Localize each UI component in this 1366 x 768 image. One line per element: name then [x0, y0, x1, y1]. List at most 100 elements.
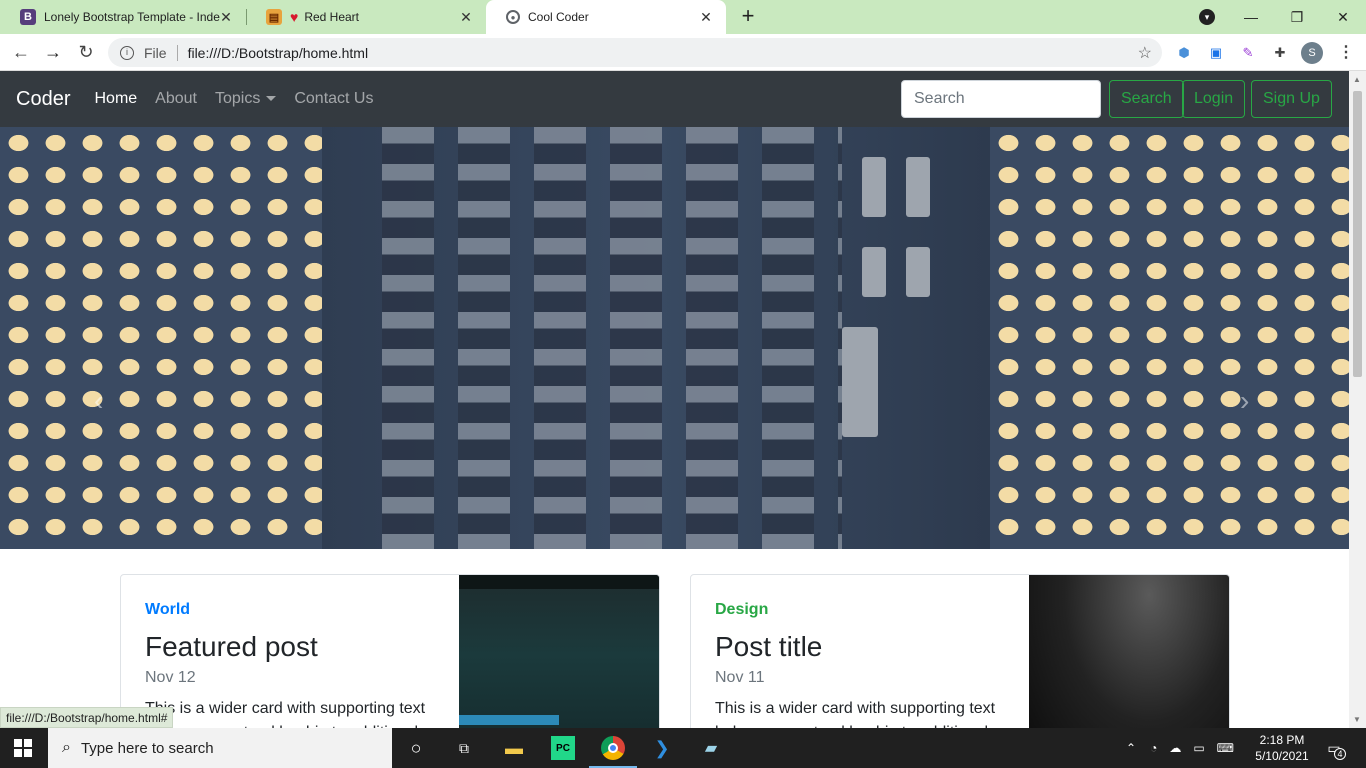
tab-title: Red Heart	[304, 10, 360, 24]
cpu-pins-right	[990, 127, 1349, 549]
extension-icon[interactable]: ⬢	[1174, 43, 1194, 63]
thumbnail-screen	[459, 715, 559, 725]
search-icon: ⌕	[62, 739, 71, 756]
card-featured: World Featured post Nov 12 This is a wid…	[120, 574, 660, 728]
address-scheme: File	[144, 44, 167, 61]
back-arrow-icon[interactable]: ←	[9, 40, 33, 64]
restore-button[interactable]: ❐	[1274, 0, 1320, 34]
forward-arrow-icon[interactable]: →	[41, 40, 65, 64]
search-button[interactable]: Search	[1109, 80, 1184, 118]
address-divider	[176, 44, 178, 61]
screen-capture-icon[interactable]: ▣	[1206, 43, 1226, 63]
chevron-up-icon[interactable]: ⌃	[1126, 741, 1136, 755]
carousel-next-icon[interactable]: ›	[1240, 385, 1249, 417]
address-bar[interactable]: i File file:///D:/Bootstrap/home.html ☆	[108, 38, 1162, 67]
profile-avatar[interactable]: S	[1301, 42, 1323, 64]
status-bubble: file:///D:/Bootstrap/home.html#	[0, 707, 174, 728]
pen-extension-icon[interactable]: ✎	[1238, 43, 1258, 63]
scroll-up-icon[interactable]: ▲	[1353, 75, 1361, 84]
notification-icon[interactable]: 4 ▭	[1322, 736, 1346, 760]
cpu-pins-left	[0, 127, 322, 549]
close-tab-icon[interactable]: ✕	[218, 9, 234, 25]
tab-title: Lonely Bootstrap Template - Inde	[44, 10, 220, 24]
puzzle-icon[interactable]: ✚	[1270, 43, 1290, 63]
login-button[interactable]: Login	[1182, 80, 1246, 118]
chrome-icon[interactable]	[601, 736, 625, 760]
minimize-button[interactable]: —	[1228, 0, 1274, 34]
search-input[interactable]	[901, 80, 1101, 118]
component	[842, 327, 878, 437]
scroll-down-icon[interactable]: ▼	[1353, 715, 1361, 724]
tray-icons: ⌃ ◔ ☁ ▭ ⌨	[1126, 728, 1234, 768]
nav-link-home[interactable]: Home	[94, 90, 137, 108]
nav-link-contact[interactable]: Contact Us	[294, 90, 373, 108]
carousel-prev-icon[interactable]: ‹	[94, 385, 103, 417]
carousel-image: ‹ ›	[0, 127, 1349, 549]
pycharm-icon[interactable]: PC	[551, 736, 575, 760]
task-view-icon[interactable]: ⧉	[452, 736, 476, 760]
card-title: Featured post	[145, 631, 318, 662]
windows-start-icon[interactable]	[14, 739, 32, 757]
close-tab-icon[interactable]: ✕	[698, 9, 714, 25]
site-navbar: Coder Home About Topics Contact Us Searc…	[0, 71, 1349, 127]
signup-button[interactable]: Sign Up	[1251, 80, 1332, 118]
windows-taskbar: ⌕ Type here to search ○ ⧉ ▬ PC ❯ ▰ ⌃ ◔ ☁…	[0, 728, 1366, 768]
card-post: Design Post title Nov 11 This is a wider…	[690, 574, 1230, 728]
nav-link-about[interactable]: About	[155, 90, 197, 108]
card-date: Nov 11	[715, 669, 765, 686]
taskbar-search[interactable]: ⌕ Type here to search	[48, 728, 392, 768]
cortana-icon[interactable]: ○	[404, 736, 428, 760]
card-thumbnail	[1029, 575, 1229, 728]
reload-icon[interactable]: ↻	[74, 40, 98, 64]
card-date: Nov 12	[145, 669, 196, 686]
card-thumbnail	[459, 575, 659, 728]
caret-down-icon	[266, 96, 277, 102]
scrollbar-thumb[interactable]	[1353, 91, 1362, 377]
menu-icon[interactable]: ⋮	[1338, 42, 1354, 62]
tab-lonely-bootstrap[interactable]: B Lonely Bootstrap Template - Inde ✕	[0, 0, 246, 34]
component	[906, 247, 930, 297]
battery-icon[interactable]: ▭	[1193, 741, 1204, 755]
page-scrollbar[interactable]: ▲ ▼	[1349, 71, 1366, 728]
component	[862, 157, 886, 217]
card-text: This is a wider card with supporting tex…	[145, 700, 426, 728]
thumbnail-band	[459, 575, 659, 589]
bookmark-star-icon[interactable]: ☆	[1138, 43, 1152, 63]
close-window-button[interactable]: ✕	[1320, 0, 1366, 34]
heart-icon: ♥	[290, 9, 299, 25]
component	[906, 157, 930, 217]
cpu-substrate	[322, 127, 990, 549]
wifi-icon[interactable]: ◔	[1150, 741, 1157, 755]
info-icon[interactable]: i	[120, 45, 134, 60]
new-tab-button[interactable]: +	[736, 5, 760, 29]
clock[interactable]: 2:18 PM 5/10/2021	[1252, 732, 1312, 764]
card-body: Design Post title Nov 11 This is a wider…	[715, 601, 1005, 728]
tab-cool-coder[interactable]: ● Cool Coder ✕	[486, 0, 726, 34]
vscode-icon[interactable]: ❯	[650, 736, 674, 760]
clock-date: 5/10/2021	[1255, 749, 1309, 763]
notification-count: 4	[1334, 748, 1346, 760]
keyboard-icon[interactable]: ⌨	[1217, 741, 1234, 755]
navbar-brand[interactable]: Coder	[16, 88, 70, 111]
capacitor-array	[382, 127, 842, 549]
close-tab-icon[interactable]: ✕	[458, 9, 474, 25]
globe-icon: ●	[506, 10, 520, 24]
card-category: Design	[715, 601, 769, 618]
nav-link-topics: Topics	[214, 90, 261, 107]
script-icon: ▤	[266, 9, 282, 25]
component	[862, 247, 886, 297]
browser-toolbar: ← → ↻ i File file:///D:/Bootstrap/home.h…	[0, 34, 1366, 71]
clock-time: 2:18 PM	[1259, 733, 1305, 747]
tab-title: Cool Coder	[528, 10, 589, 24]
address-url[interactable]: file:///D:/Bootstrap/home.html	[188, 45, 369, 61]
tab-red-heart[interactable]: ▤ ♥ Red Heart ✕	[246, 0, 486, 34]
page-viewport: Coder Home About Topics Contact Us Searc…	[0, 71, 1349, 728]
onedrive-icon[interactable]: ☁	[1169, 741, 1181, 755]
file-explorer-icon[interactable]: ▬	[502, 736, 526, 760]
bootstrap-icon: B	[20, 9, 36, 25]
nav-dropdown-topics[interactable]: Topics	[214, 90, 277, 108]
notepad-icon[interactable]: ▰	[699, 736, 723, 760]
tab-strip: B Lonely Bootstrap Template - Inde ✕ ▤ ♥…	[0, 0, 1366, 34]
tab-search-icon[interactable]: ▾	[1199, 9, 1215, 25]
card-text: This is a wider card with supporting tex…	[715, 700, 996, 728]
